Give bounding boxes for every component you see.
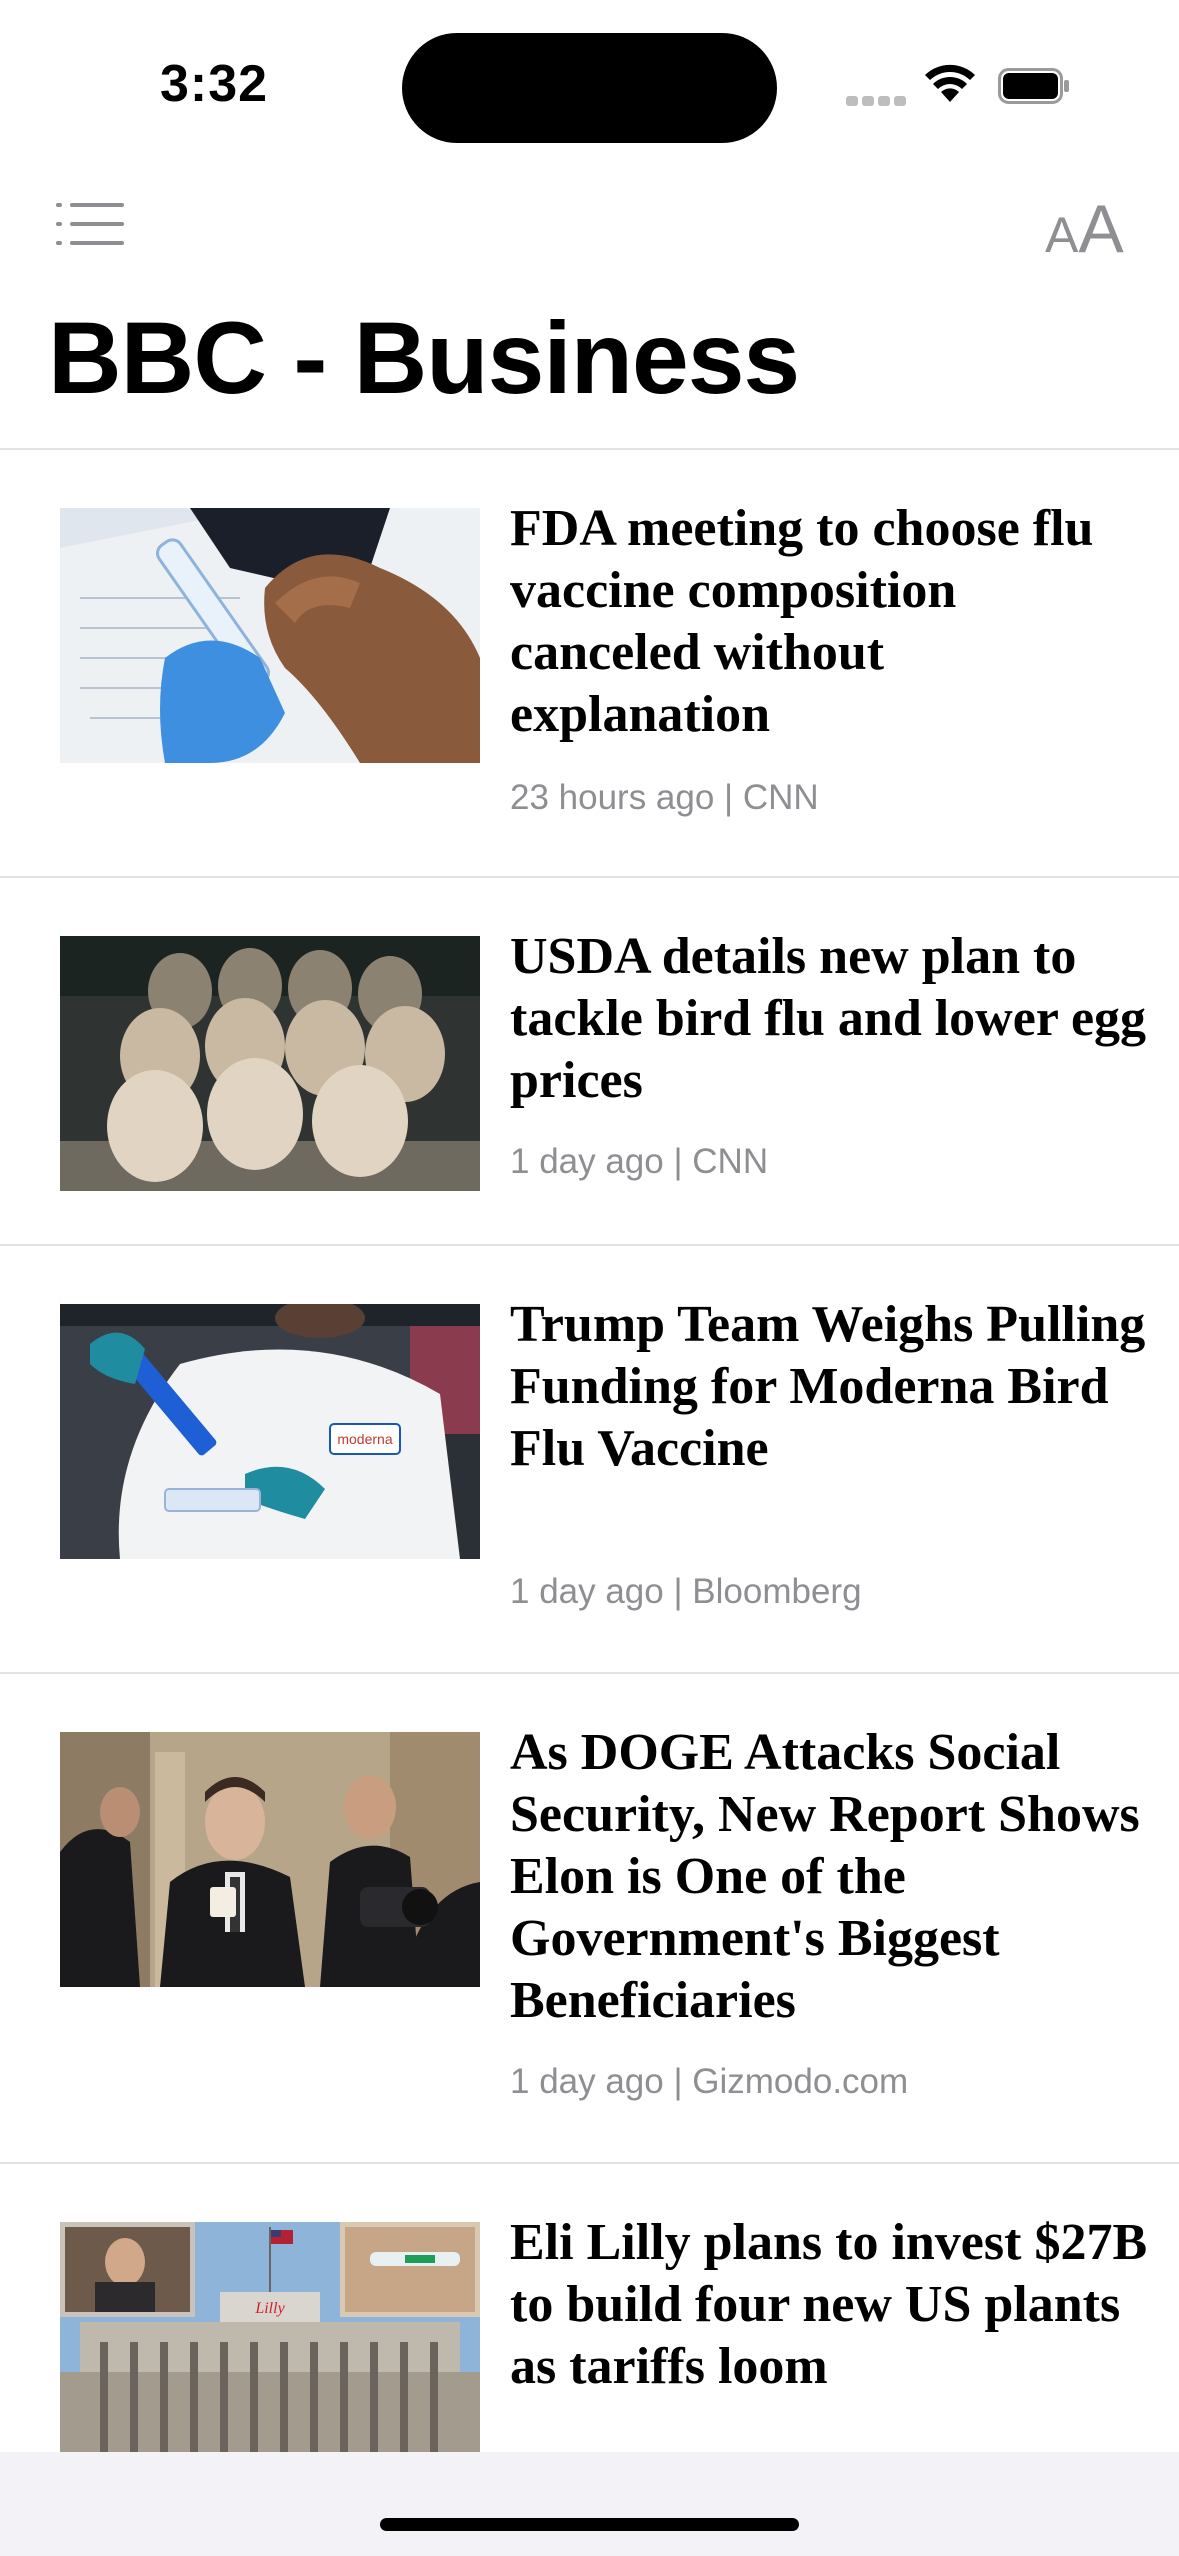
article-thumbnail <box>60 508 480 763</box>
home-indicator-area <box>0 2452 1179 2556</box>
article-item[interactable]: As DOGE Attacks Social Security, New Rep… <box>0 1674 1179 2164</box>
article-headline: As DOGE Attacks Social Security, New Rep… <box>510 1724 1140 2029</box>
article-thumbnail: moderna <box>60 1304 480 1559</box>
article-meta: 1 day ago | CNN <box>510 1142 769 1181</box>
moderna-badge-text: moderna <box>337 1431 392 1447</box>
article-meta: 23 hours ago | CNN <box>510 778 819 817</box>
wifi-icon <box>925 64 975 102</box>
article-headline: FDA meeting to choose flu vaccine compos… <box>510 500 1094 743</box>
article-meta: 1 day ago | Bloomberg <box>510 1572 862 1611</box>
text-size-small-glyph: A <box>1045 207 1079 263</box>
status-bar: 3:32 <box>0 0 1179 170</box>
cellular-signal-icon <box>846 93 910 111</box>
battery-icon <box>998 68 1069 104</box>
lilly-sign-text: Lilly <box>254 2300 285 2317</box>
article-headline: USDA details new plan to tackle bird flu… <box>510 928 1147 1109</box>
status-time: 3:32 <box>160 55 269 113</box>
article-item[interactable]: Lilly Eli Lilly plans to invest $27B to … <box>0 2164 1179 2452</box>
page-title: BBC - Business <box>48 301 800 415</box>
article-item[interactable]: FDA meeting to choose flu vaccine compos… <box>0 450 1179 878</box>
text-size-large-glyph: A <box>1078 191 1124 267</box>
article-item[interactable]: moderna Trump Team Weighs Pulling Fundin… <box>0 1246 1179 1674</box>
article-headline: Trump Team Weighs Pulling Funding for Mo… <box>510 1296 1146 1477</box>
article-headline: Eli Lilly plans to invest $27B to build … <box>510 2214 1148 2395</box>
list-menu-icon[interactable] <box>50 195 130 255</box>
dynamic-island <box>402 33 777 143</box>
text-size-button[interactable]: AA <box>1045 190 1124 270</box>
article-thumbnail: Lilly <box>60 2222 480 2452</box>
article-thumbnail <box>60 1732 480 1987</box>
article-thumbnail <box>60 936 480 1191</box>
home-indicator[interactable] <box>380 2518 799 2531</box>
article-meta: 1 day ago | Gizmodo.com <box>510 2062 909 2101</box>
article-item[interactable]: USDA details new plan to tackle bird flu… <box>0 878 1179 1246</box>
